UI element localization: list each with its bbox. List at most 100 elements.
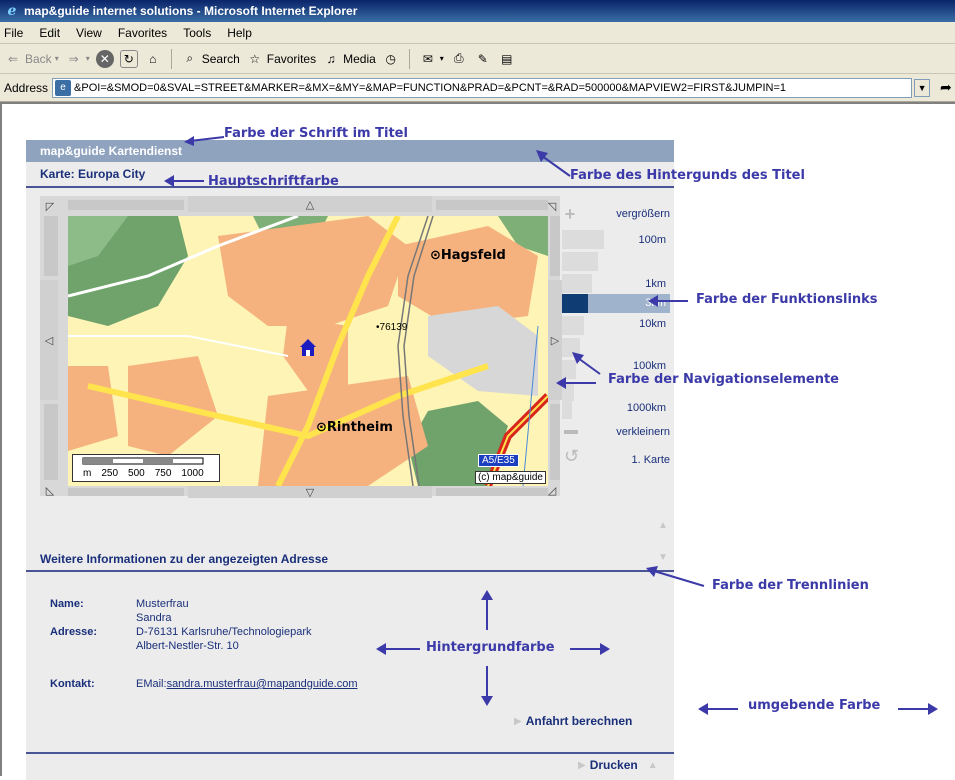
menu-help[interactable]: Help — [227, 26, 252, 40]
stop-button[interactable]: ✕ — [95, 49, 114, 68]
nav-top-left-bar[interactable] — [68, 200, 184, 210]
refresh-button[interactable]: ↻ — [119, 49, 138, 68]
menu-view[interactable]: View — [76, 26, 102, 40]
zoom-level-bar[interactable] — [562, 274, 592, 293]
zoom-level-100m[interactable]: 100m — [600, 234, 666, 246]
print-toolbar-button[interactable]: ⎙ — [450, 50, 468, 68]
nav-left-top-bar[interactable] — [44, 216, 58, 276]
arrow-icon — [648, 295, 688, 307]
scroll-up-icon[interactable]: ▲ — [658, 520, 668, 531]
arrow-up-icon: △ — [305, 198, 315, 211]
media-label: Media — [343, 51, 376, 66]
name-key: Name: — [50, 598, 84, 610]
nav-south-button[interactable]: ▽ — [188, 486, 432, 499]
discuss-button[interactable]: ▤ — [498, 50, 516, 68]
search-button[interactable]: ⌕ Search — [181, 50, 240, 68]
nav-bottom-left-bar[interactable] — [68, 488, 184, 496]
rintheim-label: Rintheim — [326, 420, 393, 435]
go-arrow-icon[interactable]: ➦ — [940, 79, 952, 96]
discuss-icon: ▤ — [501, 51, 513, 66]
nav-left-bottom-bar[interactable] — [44, 404, 58, 480]
zoom-level-1000km[interactable]: 1000km — [600, 402, 666, 414]
search-label: Search — [201, 51, 240, 66]
window-title: map&guide internet solutions - Microsoft… — [24, 4, 358, 18]
annotation-separator-color: Farbe der Trennlinien — [712, 578, 869, 593]
nav-right-bottom-bar[interactable] — [550, 404, 560, 480]
favorites-label: Favorites — [266, 51, 317, 66]
zoom-in-label[interactable]: vergrößern — [590, 208, 670, 220]
home-button[interactable]: ⌂ — [144, 50, 162, 68]
scroll-up-icon: ▲ — [647, 759, 658, 771]
zoom-level-bar[interactable] — [562, 252, 598, 271]
zoom-active-marker — [562, 294, 588, 313]
scale-tick: 1000 — [181, 468, 204, 479]
arrow-icon — [481, 590, 493, 630]
email-link[interactable]: sandra.musterfrau@mapandguide.com — [167, 678, 358, 690]
scale-labels: m 250 500 750 1000 — [73, 468, 221, 479]
road-badge: A5/E35 — [478, 454, 519, 467]
arrow-icon — [570, 643, 610, 655]
back-button[interactable]: ⇐ Back ▾ — [4, 50, 59, 68]
home-icon: ⌂ — [149, 51, 157, 66]
forward-button[interactable]: ⇒ ▾ — [65, 50, 90, 68]
mail-button[interactable]: ✉ ▾ — [419, 50, 444, 68]
hagsfeld-label: Hagsfeld — [440, 248, 506, 263]
map-canvas[interactable]: ⊙Hagsfeld ⊙Rintheim •76139 A5/E35 (c) ma… — [68, 216, 548, 486]
info-row-address: Adresse: D-76131 Karlsruhe/Technologiepa… — [50, 626, 358, 652]
annotation-surrounding-color: umgebende Farbe — [748, 698, 881, 713]
email-prefix: EMail: — [136, 678, 167, 690]
edit-icon: ✎ — [477, 51, 488, 66]
menu-tools[interactable]: Tools — [183, 26, 211, 40]
nav-northeast-button[interactable]: ◹ — [544, 198, 560, 214]
address-input[interactable]: e &POI=&SMOD=0&SVAL=STREET&MARKER=&MX=&M… — [52, 77, 913, 98]
nav-southwest-button[interactable]: ◺ — [42, 482, 58, 498]
media-button[interactable]: ♫ Media — [322, 50, 376, 68]
favorites-button[interactable]: ☆ Favorites — [246, 50, 316, 68]
favorites-icon: ☆ — [249, 51, 261, 66]
nav-right-top-bar[interactable] — [550, 216, 560, 276]
map-scale-bar: m 250 500 750 1000 — [72, 454, 220, 482]
address-dropdown-icon[interactable]: ▼ — [914, 78, 931, 97]
zoom-in-button[interactable]: + — [560, 204, 580, 225]
zoom-out-button[interactable] — [564, 430, 578, 434]
annotation-nav-elements-color: Farbe der Navigationselemente — [608, 372, 840, 387]
forward-dropdown-icon: ▾ — [85, 54, 90, 63]
collapse-down-icon[interactable]: ▼ — [658, 552, 668, 563]
menu-file[interactable]: File — [4, 26, 23, 40]
zoom-level-10km[interactable]: 10km — [600, 318, 666, 330]
nav-west-button[interactable]: ◁ — [40, 280, 58, 400]
scale-unit: m — [83, 468, 92, 479]
menu-favorites[interactable]: Favorites — [118, 26, 167, 40]
menu-edit[interactable]: Edit — [39, 26, 60, 40]
search-icon: ⌕ — [186, 51, 194, 65]
zoom-level-bar[interactable] — [562, 230, 604, 249]
zoom-out-label[interactable]: verkleinern — [590, 426, 670, 438]
arrow-icon — [898, 703, 938, 715]
address-info: Name: Musterfrau Sandra Adresse: D-76131… — [50, 598, 358, 690]
zoom-level-1km[interactable]: 1km — [600, 278, 666, 290]
page-icon: e — [55, 79, 72, 96]
zoom-level-100km[interactable]: 100km — [600, 360, 666, 372]
address-key: Adresse: — [50, 626, 98, 638]
page-viewport: map&guide Kartendienst Karte: Europa Cit… — [0, 102, 955, 780]
edit-button[interactable]: ✎ — [474, 50, 492, 68]
reset-map-icon[interactable]: ↺ — [564, 446, 579, 467]
scale-tick: 750 — [154, 468, 172, 479]
route-link[interactable]: ▶ Anfahrt berechnen — [514, 714, 632, 728]
history-button[interactable]: ◷ — [382, 50, 400, 68]
info-heading: Weitere Informationen zu der angezeigten… — [26, 548, 674, 572]
nav-top-right-bar[interactable] — [436, 200, 548, 210]
arrow-northwest-icon: ◸ — [45, 200, 55, 213]
nav-northwest-button[interactable]: ◸ — [42, 198, 58, 214]
zoom-level-bar[interactable] — [562, 400, 572, 419]
nav-bottom-right-bar[interactable] — [436, 488, 548, 496]
first-map-label[interactable]: 1. Karte — [590, 454, 670, 466]
print-link[interactable]: ▶ Drucken ▲ — [578, 758, 658, 772]
info-row-name: Name: Musterfrau Sandra — [50, 598, 358, 624]
nav-north-button[interactable]: △ — [188, 196, 432, 212]
arrow-southwest-icon: ◺ — [45, 484, 55, 497]
map-place-rintheim: ⊙Rintheim — [316, 420, 393, 435]
arrow-icon — [376, 643, 420, 655]
mail-dropdown-icon: ▾ — [439, 54, 444, 63]
zoom-level-bar[interactable] — [562, 316, 584, 335]
